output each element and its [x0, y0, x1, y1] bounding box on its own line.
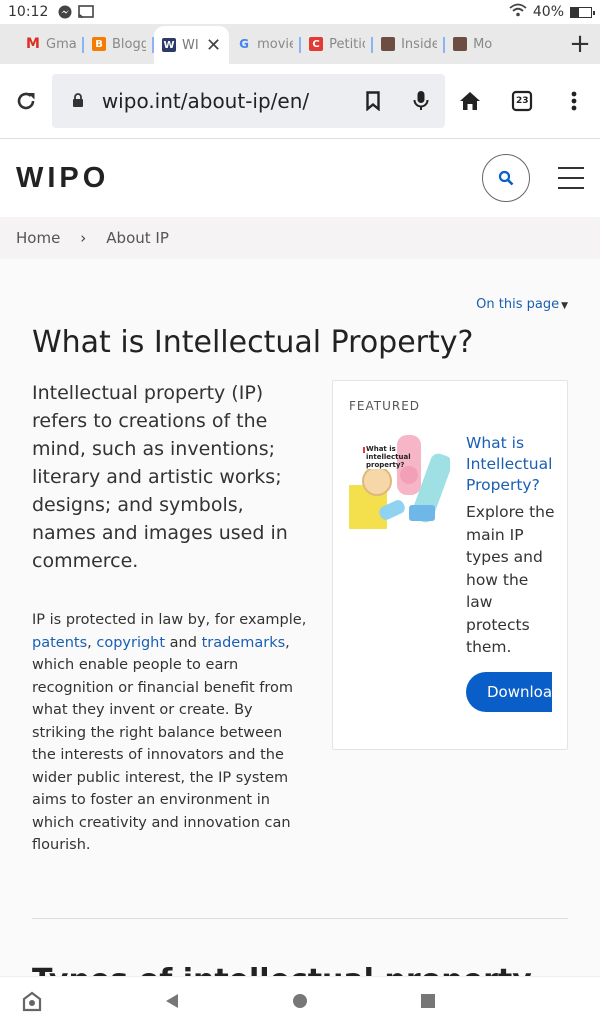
messenger-icon	[58, 5, 72, 19]
battery-icon	[570, 6, 595, 18]
voice-search-button[interactable]	[397, 90, 445, 112]
patents-link[interactable]: patents	[32, 635, 87, 651]
more-vert-icon	[571, 91, 577, 111]
body-separator: ,	[87, 634, 97, 651]
recents-button[interactable]	[416, 989, 440, 1013]
browser-toolbar: wipo.int/about-ip/en/ 23	[0, 64, 600, 139]
caret-down-icon: ▼	[561, 301, 568, 311]
thumbnail-caption: What is intellectual property?	[366, 445, 411, 469]
chevron-right-icon: ›	[80, 229, 87, 247]
google-icon: G	[239, 37, 250, 51]
on-this-page-dropdown[interactable]: On this page ▼	[476, 297, 568, 312]
breadcrumb-home[interactable]: Home	[16, 229, 60, 247]
breadcrumb: Home › About IP	[0, 217, 600, 259]
tab-gmail[interactable]: M Gmail	[0, 28, 84, 60]
tab-label: Movie	[473, 36, 493, 52]
body-separator: and	[165, 634, 202, 651]
tab-insider[interactable]: Insider	[373, 28, 446, 60]
change-org-icon: C	[309, 37, 324, 51]
home-icon	[460, 92, 481, 110]
featured-card: FEATURED What is intellectual property? …	[332, 380, 568, 750]
download-button[interactable]: Download	[466, 672, 552, 712]
body-text-end: , which enable people to earn recognitio…	[32, 634, 293, 854]
wipo-favicon-icon: W	[162, 38, 176, 52]
featured-thumbnail[interactable]: What is intellectual property?	[349, 433, 450, 533]
status-bar: 10:12 40%	[0, 0, 600, 24]
reload-button[interactable]	[0, 75, 52, 127]
bookmark-button[interactable]	[349, 91, 397, 111]
tab-label: Insider	[401, 36, 438, 52]
tab-movie-2[interactable]: Movie	[445, 28, 501, 60]
section-heading: Types of intellectual property	[32, 963, 532, 976]
site-search-button[interactable]	[482, 154, 530, 202]
tab-label: Blogger	[112, 36, 146, 52]
wipo-logo[interactable]: WIPO	[16, 162, 109, 195]
home-circle-icon	[293, 994, 307, 1008]
browser-menu-button[interactable]	[548, 75, 600, 127]
copyright-link[interactable]: copyright	[96, 635, 165, 651]
new-tab-button[interactable]: +	[560, 29, 600, 59]
blogger-icon: B	[92, 37, 106, 51]
tab-blogger[interactable]: B Blogger	[84, 28, 154, 60]
tab-switcher-button[interactable]: 23	[496, 75, 548, 127]
section-divider	[32, 918, 568, 919]
browser-tab-strip: M Gmail B Blogger W WIPO ✕ G movie C Pet…	[0, 24, 600, 64]
system-nav-bar	[0, 976, 600, 1024]
home-button[interactable]	[445, 75, 497, 127]
reload-icon	[17, 92, 35, 110]
tab-movie[interactable]: G movie	[229, 28, 302, 60]
address-bar[interactable]: wipo.int/about-ip/en/	[51, 74, 445, 128]
body-paragraph: IP is protected in law by, for example, …	[32, 609, 307, 857]
back-button[interactable]	[160, 989, 184, 1013]
close-tab-icon[interactable]: ✕	[206, 35, 221, 56]
status-time: 10:12	[8, 4, 49, 20]
tab-label: movie	[257, 36, 294, 52]
bookmark-icon	[365, 91, 380, 111]
featured-label: FEATURED	[349, 399, 421, 413]
tab-label: WIPO	[182, 37, 200, 53]
on-this-page-label: On this page	[476, 297, 560, 312]
hamburger-menu-icon[interactable]	[558, 167, 584, 189]
lead-paragraph: Intellectual property (IP) refers to cre…	[32, 382, 288, 572]
recents-square-icon	[421, 994, 435, 1008]
cast-icon	[78, 5, 95, 19]
tab-label: Petition	[329, 36, 365, 52]
wifi-icon	[509, 3, 527, 21]
microphone-icon	[413, 91, 429, 110]
back-triangle-icon	[166, 994, 178, 1008]
tab-wipo-active[interactable]: W WIPO ✕	[154, 26, 230, 64]
body-text-start: IP is protected in law by, for example,	[32, 612, 307, 628]
movie-site-icon	[453, 37, 468, 51]
battery-percent: 40%	[532, 4, 564, 20]
tab-label: Gmail	[46, 36, 76, 52]
url-text: wipo.int/about-ip/en/	[101, 89, 310, 113]
gmail-icon: M	[26, 36, 40, 52]
search-icon	[498, 170, 514, 186]
trademarks-link[interactable]: trademarks	[202, 635, 286, 651]
lock-icon	[72, 93, 86, 109]
tab-count: 23	[516, 96, 529, 106]
assistant-button[interactable]	[20, 989, 44, 1013]
assistant-icon	[22, 991, 42, 1012]
featured-description: Explore the main IP types and how the la…	[466, 503, 555, 656]
insider-icon	[381, 37, 396, 51]
breadcrumb-current: About IP	[106, 229, 169, 247]
page-title: What is Intellectual Property?	[32, 325, 474, 360]
tab-petition[interactable]: C Petition	[301, 28, 374, 60]
main-content: On this page ▼ What is Intellectual Prope…	[0, 259, 600, 976]
home-nav-button[interactable]	[288, 989, 312, 1013]
site-header: WIPO	[0, 139, 600, 217]
featured-title-link[interactable]: What is Intellectual Property?	[466, 433, 556, 496]
